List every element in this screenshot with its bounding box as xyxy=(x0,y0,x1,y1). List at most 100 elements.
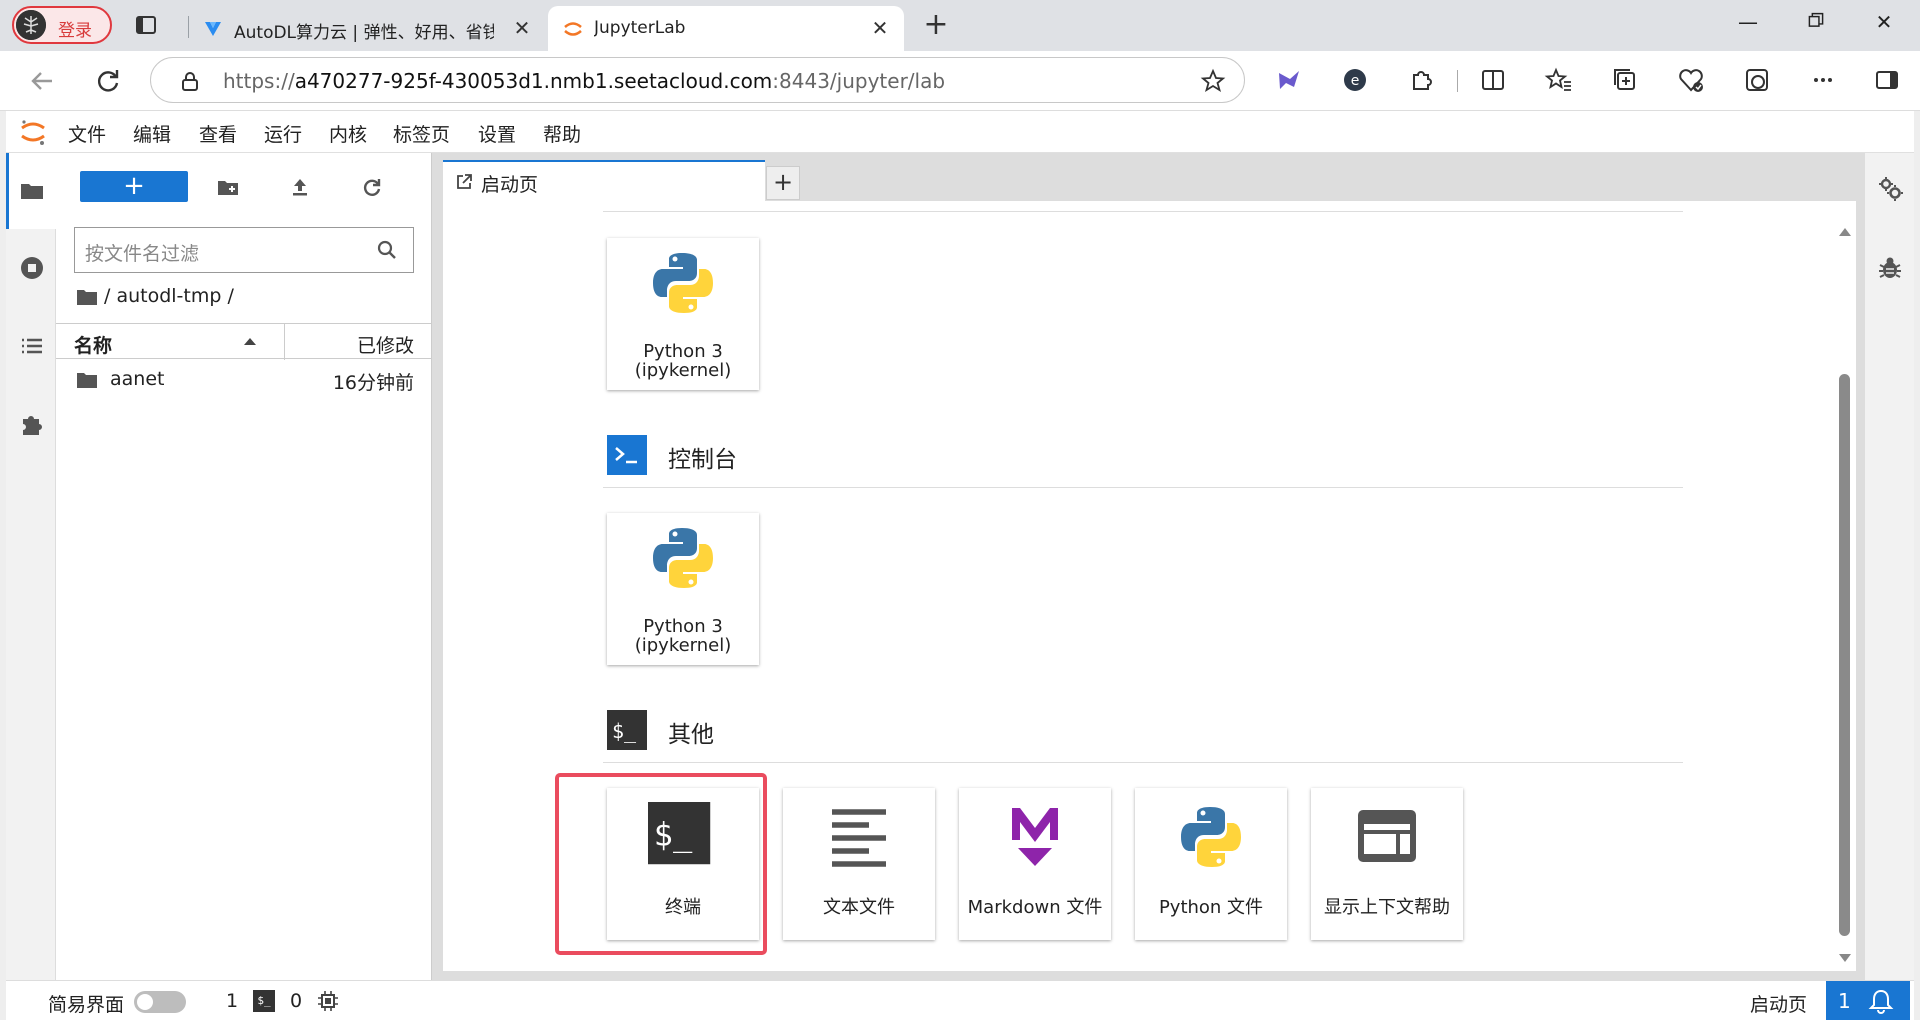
launcher-tab[interactable]: 启动页 xyxy=(443,160,765,201)
menu-run[interactable]: 运行 xyxy=(264,120,302,147)
favorites-icon[interactable] xyxy=(1544,65,1574,95)
menu-view[interactable]: 查看 xyxy=(199,120,237,147)
extension-bird-icon[interactable] xyxy=(1274,65,1304,95)
menu-file[interactable]: 文件 xyxy=(68,120,106,147)
menu-settings[interactable]: 设置 xyxy=(478,120,516,147)
notification-count: 1 xyxy=(1838,989,1851,1013)
card-label: Python 文件 xyxy=(1158,897,1264,918)
add-tab-button[interactable]: + xyxy=(766,166,800,200)
table-of-contents-icon[interactable] xyxy=(19,333,45,359)
menu-kernel[interactable]: 内核 xyxy=(329,120,367,147)
file-filter-placeholder: 按文件名过滤 xyxy=(85,243,200,265)
new-tab-button[interactable]: + xyxy=(920,10,952,42)
close-icon[interactable]: ✕ xyxy=(868,16,892,40)
file-filter-input[interactable]: 按文件名过滤 xyxy=(74,227,414,273)
text-file-card[interactable]: 文本文件 xyxy=(783,788,935,940)
tab-title: AutoDL算力云 | 弹性、好用、省钱 xyxy=(234,23,494,43)
close-window-button[interactable]: ✕ xyxy=(1864,10,1904,40)
breadcrumb-path[interactable]: / autodl-tmp / xyxy=(104,285,234,307)
terminal-status-icon[interactable]: $_ xyxy=(253,990,275,1012)
address-bar: https://a470277-925f-430053d1.nmb1.seeta… xyxy=(0,51,1920,111)
jupyter-logo-icon xyxy=(18,117,48,147)
card-label: Markdown 文件 xyxy=(967,897,1103,918)
extension-e-icon[interactable]: e xyxy=(1340,65,1370,95)
active-tab-label: 启动页 xyxy=(1750,994,1808,1016)
search-icon xyxy=(375,238,399,262)
profile-button[interactable]: 登录 xyxy=(12,6,112,44)
debugger-bug-icon[interactable] xyxy=(1877,255,1903,281)
new-folder-icon[interactable] xyxy=(216,175,240,199)
python-file-card[interactable]: Python 文件 xyxy=(1135,788,1287,940)
extension-manager-icon[interactable] xyxy=(19,411,45,437)
text-file-icon xyxy=(824,802,894,872)
tab-actions-icon[interactable] xyxy=(132,11,160,39)
console-python3-card[interactable]: Python 3 (ipykernel) xyxy=(607,513,759,665)
toggle-knob xyxy=(137,994,153,1010)
folder-icon xyxy=(19,178,45,204)
url-text: https://a470277-925f-430053d1.nmb1.seeta… xyxy=(223,69,946,93)
other-section-title: 其他 xyxy=(668,722,714,748)
minimize-button[interactable]: — xyxy=(1728,10,1768,40)
context-help-icon xyxy=(1352,802,1422,872)
console-section-icon xyxy=(607,435,647,475)
svg-text:$_: $_ xyxy=(612,719,637,743)
launcher-scrollbar[interactable] xyxy=(1836,222,1854,962)
context-help-card[interactable]: 显示上下文帮助 xyxy=(1311,788,1463,940)
scroll-up-icon[interactable] xyxy=(1839,228,1851,236)
browser-essentials-icon[interactable] xyxy=(1676,65,1706,95)
scrollbar-thumb[interactable] xyxy=(1839,374,1850,936)
profile-label: 登录 xyxy=(58,21,92,41)
notebook-python3-card[interactable]: Python 3 (ipykernel) xyxy=(607,238,759,390)
refresh-icon[interactable] xyxy=(360,175,384,199)
browser-tab-strip: 登录 AutoDL算力云 | 弹性、好用、省钱 ✕ JupyterLab ✕ +… xyxy=(0,0,1920,51)
column-name-header[interactable]: 名称 xyxy=(74,331,112,358)
terminals-count[interactable]: 1 xyxy=(226,990,238,1012)
section-divider xyxy=(603,211,1683,212)
simple-mode-toggle[interactable] xyxy=(134,991,186,1013)
browser-tab-jupyterlab[interactable]: JupyterLab ✕ xyxy=(548,6,904,51)
edge-copilot-icon[interactable] xyxy=(1742,65,1772,95)
markdown-file-card[interactable]: Markdown 文件 xyxy=(959,788,1111,940)
back-icon[interactable] xyxy=(26,65,58,97)
file-list-item[interactable]: aanet 16分钟前 xyxy=(56,363,432,397)
menu-tabs[interactable]: 标签页 xyxy=(393,120,450,147)
collections-icon[interactable] xyxy=(1610,65,1640,95)
menu-edit[interactable]: 编辑 xyxy=(133,120,171,147)
kernel-chip-icon[interactable] xyxy=(317,990,339,1012)
menu-help[interactable]: 帮助 xyxy=(543,120,581,147)
property-inspector-gear-icon[interactable] xyxy=(1877,175,1903,201)
column-modified-header[interactable]: 已修改 xyxy=(357,331,414,358)
python-icon xyxy=(1176,802,1246,872)
close-icon[interactable]: ✕ xyxy=(510,16,534,40)
card-label: 文本文件 xyxy=(823,897,895,918)
url-field[interactable]: https://a470277-925f-430053d1.nmb1.seeta… xyxy=(150,57,1245,103)
python-icon xyxy=(648,523,718,593)
scroll-down-icon[interactable] xyxy=(1839,954,1851,962)
browser-tab-autodl[interactable]: AutoDL算力云 | 弹性、好用、省钱 ✕ xyxy=(188,6,546,51)
new-launcher-button[interactable]: + xyxy=(80,171,188,202)
file-list-header: 名称 已修改 xyxy=(56,323,432,360)
notifications-button[interactable]: 1 xyxy=(1826,981,1910,1020)
favorite-star-icon[interactable] xyxy=(1200,68,1226,94)
extensions-puzzle-icon[interactable] xyxy=(1406,65,1436,95)
lock-icon[interactable] xyxy=(179,70,201,92)
simple-mode-label: 简易界面 xyxy=(48,994,125,1016)
kernels-count[interactable]: 0 xyxy=(290,990,302,1012)
more-options-icon[interactable] xyxy=(1808,65,1838,95)
file-browser-tab[interactable] xyxy=(6,153,56,229)
restore-button[interactable] xyxy=(1796,10,1836,40)
sidebar-toggle-icon[interactable] xyxy=(1872,65,1902,95)
svg-text:e: e xyxy=(1351,73,1360,89)
column-divider[interactable] xyxy=(284,324,285,360)
status-bar: 简易界面 1 $_ 0 启动页 1 xyxy=(6,980,1914,1020)
running-sessions-icon[interactable] xyxy=(19,255,45,281)
split-screen-icon[interactable] xyxy=(1478,65,1508,95)
card-label-line1: Python 3 xyxy=(643,616,723,637)
upload-icon[interactable] xyxy=(288,175,312,199)
folder-icon xyxy=(76,288,98,306)
toolbar-divider xyxy=(1457,70,1458,92)
right-sidebar-tabs xyxy=(1864,153,1914,980)
breadcrumb[interactable]: / autodl-tmp / xyxy=(76,285,234,307)
reload-icon[interactable] xyxy=(92,65,124,97)
card-label: 显示上下文帮助 xyxy=(1324,897,1450,918)
